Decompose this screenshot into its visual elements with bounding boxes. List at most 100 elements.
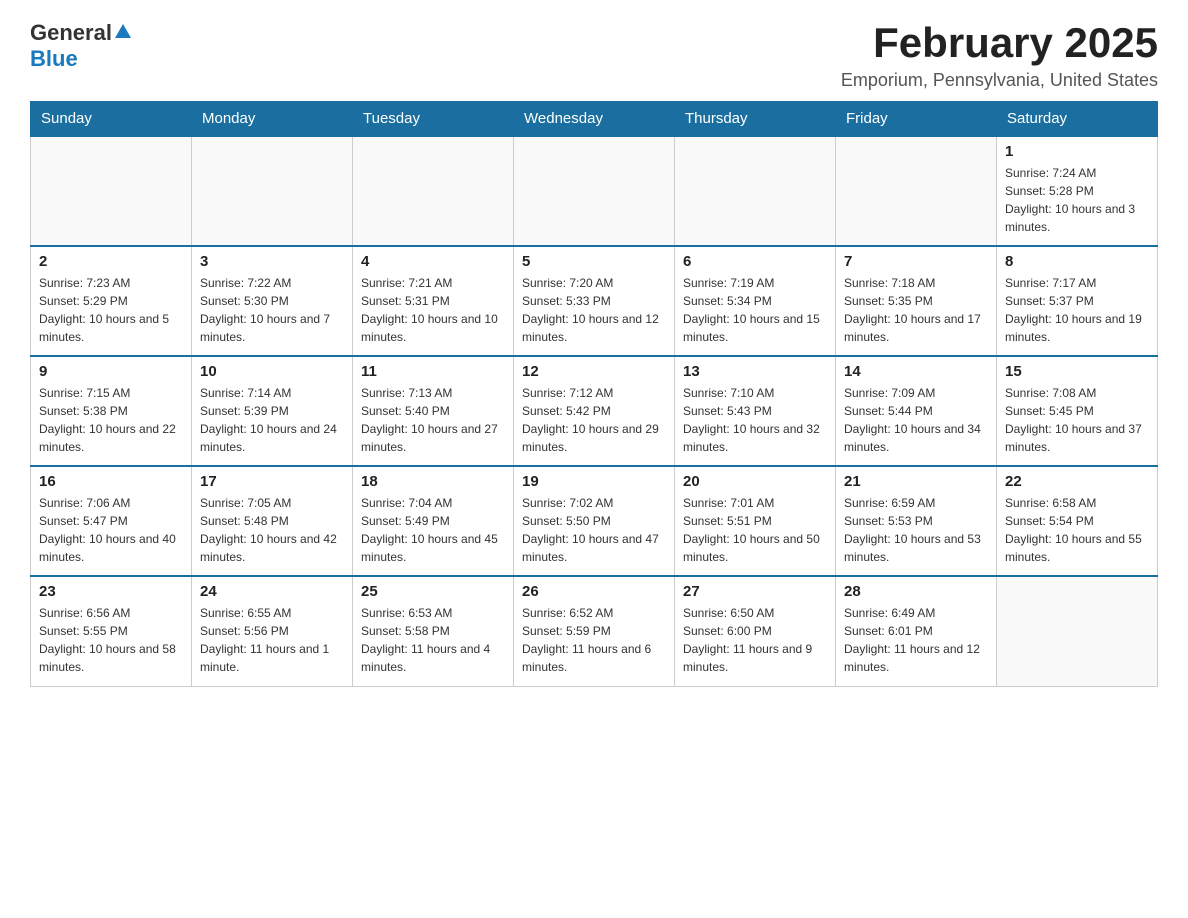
logo-blue-text: Blue	[30, 46, 78, 72]
day-number: 25	[361, 583, 505, 600]
weekday-header-monday: Monday	[192, 102, 353, 137]
day-info: Sunrise: 6:53 AMSunset: 5:58 PMDaylight:…	[361, 604, 505, 676]
weekday-header-friday: Friday	[836, 102, 997, 137]
calendar-cell: 2 Sunrise: 7:23 AMSunset: 5:29 PMDaylight…	[31, 246, 192, 356]
day-number: 23	[39, 583, 183, 600]
day-number: 4	[361, 253, 505, 270]
calendar-cell: 13 Sunrise: 7:10 AMSunset: 5:43 PMDayligh…	[675, 356, 836, 466]
day-info: Sunrise: 7:18 AMSunset: 5:35 PMDaylight:…	[844, 274, 988, 346]
calendar-table: SundayMondayTuesdayWednesdayThursdayFrid…	[30, 101, 1158, 687]
calendar-cell	[31, 136, 192, 246]
day-info: Sunrise: 7:14 AMSunset: 5:39 PMDaylight:…	[200, 384, 344, 456]
day-info: Sunrise: 7:19 AMSunset: 5:34 PMDaylight:…	[683, 274, 827, 346]
weekday-header-wednesday: Wednesday	[514, 102, 675, 137]
week-row-4: 16 Sunrise: 7:06 AMSunset: 5:47 PMDayligh…	[31, 466, 1158, 576]
calendar-cell: 19Sunrise: 7:02 AMSunset: 5:50 PMDayligh…	[514, 466, 675, 576]
location-subtitle: Emporium, Pennsylvania, United States	[841, 70, 1158, 91]
day-number: 6	[683, 253, 827, 270]
logo: General Blue	[30, 20, 131, 72]
day-info: Sunrise: 6:49 AMSunset: 6:01 PMDaylight:…	[844, 604, 988, 676]
day-info: Sunrise: 7:24 AMSunset: 5:28 PMDaylight:…	[1005, 164, 1149, 236]
calendar-cell	[836, 136, 997, 246]
day-info: Sunrise: 7:10 AMSunset: 5:43 PMDaylight:…	[683, 384, 827, 456]
day-info: Sunrise: 7:17 AMSunset: 5:37 PMDaylight:…	[1005, 274, 1149, 346]
calendar-cell: 25 Sunrise: 6:53 AMSunset: 5:58 PMDayligh…	[353, 576, 514, 686]
day-info: Sunrise: 7:06 AMSunset: 5:47 PMDaylight:…	[39, 494, 183, 566]
day-number: 13	[683, 363, 827, 380]
day-info: Sunrise: 7:01 AMSunset: 5:51 PMDaylight:…	[683, 494, 827, 566]
logo-general-text: General	[30, 20, 112, 46]
day-number: 7	[844, 253, 988, 270]
week-row-2: 2 Sunrise: 7:23 AMSunset: 5:29 PMDaylight…	[31, 246, 1158, 356]
day-number: 2	[39, 253, 183, 270]
day-info: Sunrise: 7:22 AMSunset: 5:30 PMDaylight:…	[200, 274, 344, 346]
calendar-cell: 14 Sunrise: 7:09 AMSunset: 5:44 PMDayligh…	[836, 356, 997, 466]
calendar-cell: 6 Sunrise: 7:19 AMSunset: 5:34 PMDaylight…	[675, 246, 836, 356]
day-number: 14	[844, 363, 988, 380]
day-info: Sunrise: 6:59 AMSunset: 5:53 PMDaylight:…	[844, 494, 988, 566]
day-number: 3	[200, 253, 344, 270]
calendar-cell: 15 Sunrise: 7:08 AMSunset: 5:45 PMDayligh…	[997, 356, 1158, 466]
day-number: 18	[361, 473, 505, 490]
week-row-5: 23 Sunrise: 6:56 AMSunset: 5:55 PMDayligh…	[31, 576, 1158, 686]
day-number: 17	[200, 473, 344, 490]
calendar-cell	[192, 136, 353, 246]
day-number: 16	[39, 473, 183, 490]
calendar-cell	[514, 136, 675, 246]
calendar-cell	[997, 576, 1158, 686]
week-row-3: 9Sunrise: 7:15 AMSunset: 5:38 PMDaylight…	[31, 356, 1158, 466]
day-number: 28	[844, 583, 988, 600]
day-info: Sunrise: 7:13 AMSunset: 5:40 PMDaylight:…	[361, 384, 505, 456]
calendar-cell: 12 Sunrise: 7:12 AMSunset: 5:42 PMDayligh…	[514, 356, 675, 466]
calendar-cell	[675, 136, 836, 246]
day-number: 8	[1005, 253, 1149, 270]
calendar-cell: 11 Sunrise: 7:13 AMSunset: 5:40 PMDayligh…	[353, 356, 514, 466]
month-title: February 2025	[841, 20, 1158, 66]
calendar-cell: 20 Sunrise: 7:01 AMSunset: 5:51 PMDayligh…	[675, 466, 836, 576]
day-info: Sunrise: 6:55 AMSunset: 5:56 PMDaylight:…	[200, 604, 344, 676]
day-info: Sunrise: 6:50 AMSunset: 6:00 PMDaylight:…	[683, 604, 827, 676]
calendar-cell: 7 Sunrise: 7:18 AMSunset: 5:35 PMDaylight…	[836, 246, 997, 356]
calendar-cell: 17 Sunrise: 7:05 AMSunset: 5:48 PMDayligh…	[192, 466, 353, 576]
day-info: Sunrise: 7:05 AMSunset: 5:48 PMDaylight:…	[200, 494, 344, 566]
day-number: 27	[683, 583, 827, 600]
calendar-cell: 24 Sunrise: 6:55 AMSunset: 5:56 PMDayligh…	[192, 576, 353, 686]
week-row-1: 1Sunrise: 7:24 AMSunset: 5:28 PMDaylight…	[31, 136, 1158, 246]
title-section: February 2025 Emporium, Pennsylvania, Un…	[841, 20, 1158, 91]
weekday-header-row: SundayMondayTuesdayWednesdayThursdayFrid…	[31, 102, 1158, 137]
day-number: 26	[522, 583, 666, 600]
day-info: Sunrise: 6:58 AMSunset: 5:54 PMDaylight:…	[1005, 494, 1149, 566]
calendar-cell: 9Sunrise: 7:15 AMSunset: 5:38 PMDaylight…	[31, 356, 192, 466]
weekday-header-saturday: Saturday	[997, 102, 1158, 137]
weekday-header-thursday: Thursday	[675, 102, 836, 137]
day-number: 20	[683, 473, 827, 490]
day-number: 11	[361, 363, 505, 380]
weekday-header-tuesday: Tuesday	[353, 102, 514, 137]
page-header: General Blue February 2025 Emporium, Pen…	[30, 20, 1158, 91]
day-number: 21	[844, 473, 988, 490]
day-info: Sunrise: 7:09 AMSunset: 5:44 PMDaylight:…	[844, 384, 988, 456]
calendar-cell: 22Sunrise: 6:58 AMSunset: 5:54 PMDayligh…	[997, 466, 1158, 576]
day-number: 15	[1005, 363, 1149, 380]
day-number: 24	[200, 583, 344, 600]
calendar-cell	[353, 136, 514, 246]
day-number: 12	[522, 363, 666, 380]
calendar-cell: 8 Sunrise: 7:17 AMSunset: 5:37 PMDaylight…	[997, 246, 1158, 356]
calendar-cell: 3 Sunrise: 7:22 AMSunset: 5:30 PMDaylight…	[192, 246, 353, 356]
day-info: Sunrise: 7:15 AMSunset: 5:38 PMDaylight:…	[39, 384, 183, 456]
day-number: 10	[200, 363, 344, 380]
calendar-cell: 4Sunrise: 7:21 AMSunset: 5:31 PMDaylight…	[353, 246, 514, 356]
day-number: 5	[522, 253, 666, 270]
calendar-cell: 26Sunrise: 6:52 AMSunset: 5:59 PMDayligh…	[514, 576, 675, 686]
day-info: Sunrise: 7:23 AMSunset: 5:29 PMDaylight:…	[39, 274, 183, 346]
day-info: Sunrise: 7:04 AMSunset: 5:49 PMDaylight:…	[361, 494, 505, 566]
day-info: Sunrise: 7:08 AMSunset: 5:45 PMDaylight:…	[1005, 384, 1149, 456]
calendar-cell: 28 Sunrise: 6:49 AMSunset: 6:01 PMDayligh…	[836, 576, 997, 686]
calendar-cell: 18 Sunrise: 7:04 AMSunset: 5:49 PMDayligh…	[353, 466, 514, 576]
day-info: Sunrise: 7:12 AMSunset: 5:42 PMDaylight:…	[522, 384, 666, 456]
day-info: Sunrise: 6:56 AMSunset: 5:55 PMDaylight:…	[39, 604, 183, 676]
calendar-cell: 27 Sunrise: 6:50 AMSunset: 6:00 PMDayligh…	[675, 576, 836, 686]
calendar-cell: 21 Sunrise: 6:59 AMSunset: 5:53 PMDayligh…	[836, 466, 997, 576]
calendar-cell: 1Sunrise: 7:24 AMSunset: 5:28 PMDaylight…	[997, 136, 1158, 246]
day-info: Sunrise: 7:20 AMSunset: 5:33 PMDaylight:…	[522, 274, 666, 346]
